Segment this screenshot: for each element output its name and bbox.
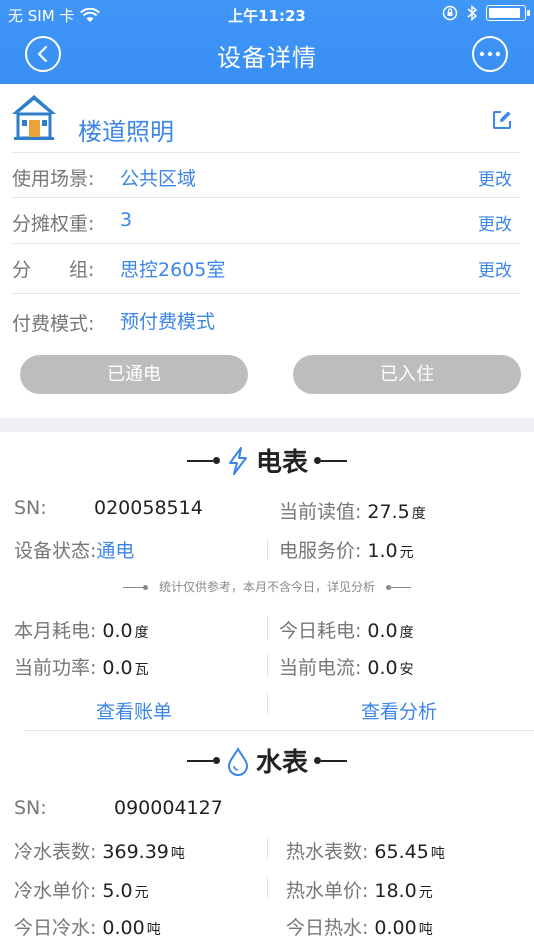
more-button[interactable] — [472, 36, 508, 72]
column-separator — [267, 692, 268, 714]
column-separator — [267, 616, 268, 640]
electric-today-usage: 今日耗电: 0.0 度 — [279, 620, 414, 642]
view-analysis-link[interactable]: 查看分析 — [361, 697, 437, 724]
water-meter-label: 水表 — [255, 748, 308, 778]
info-row-scene: 使用场景: 公共区域 更改 — [12, 152, 520, 198]
title-dash-right — [314, 457, 347, 464]
column-separator — [267, 654, 268, 678]
page-title: 设备详情 — [217, 44, 317, 72]
electric-status: 设备状态:通电 — [14, 540, 135, 562]
more-icon — [479, 51, 501, 57]
hot-water-reading: 热水表数: 65.45 吨 — [286, 841, 445, 863]
payment-label: 付费模式: — [12, 313, 95, 335]
info-row-payment: 付费模式: 预付费模式 — [12, 293, 520, 339]
title-dash-left — [186, 457, 220, 464]
cold-water-reading: 冷水表数: 369.39 吨 — [14, 841, 185, 863]
water-meter-title: 水表 — [0, 742, 534, 782]
electric-sn: SN: — [14, 497, 47, 519]
column-separator — [267, 538, 268, 560]
change-scene-button[interactable]: 更改 — [478, 165, 512, 190]
scene-value: 公共区域 — [120, 168, 197, 190]
title-dash-left — [186, 757, 220, 764]
column-separator — [267, 838, 268, 860]
status-right — [442, 4, 530, 22]
lightning-icon — [228, 446, 247, 475]
electric-month-usage: 本月耗电: 0.0 度 — [14, 620, 149, 642]
info-row-group: 分 组: 思控2605室 更改 — [12, 243, 520, 289]
status-bar: 无 SIM 卡 上午11:23 — [0, 0, 534, 28]
battery-icon — [486, 5, 530, 21]
column-separator — [267, 876, 268, 898]
group-value: 思控2605室 — [120, 259, 226, 281]
section-line — [24, 730, 534, 731]
power-status-button[interactable]: 已通电 — [20, 355, 248, 394]
nav-bar: 设备详情 — [0, 28, 534, 84]
view-bill-link[interactable]: 查看账单 — [96, 697, 172, 724]
device-header: 楼道照明 — [0, 84, 534, 152]
electric-sn-value: 020058514 — [94, 497, 203, 519]
water-sn-value: 090004127 — [114, 797, 223, 819]
electric-meter-title: 电表 — [0, 442, 534, 482]
electric-meter-label: 电表 — [255, 448, 308, 478]
electric-service-price: 电服务价: 1.0 元 — [279, 540, 414, 562]
occupancy-status-button[interactable]: 已入住 — [293, 355, 521, 394]
hot-water-price: 热水单价: 18.0 元 — [286, 880, 433, 902]
weight-label: 分摊权重: — [12, 213, 95, 235]
electric-power: 当前功率: 0.0 瓦 — [14, 657, 149, 679]
scene-label: 使用场景: — [12, 168, 95, 190]
today-hot-water: 今日热水: 0.00 吨 — [286, 917, 433, 939]
top-bar: 无 SIM 卡 上午11:23 设备详情 — [0, 0, 534, 84]
bluetooth-icon — [467, 4, 478, 22]
change-group-button[interactable]: 更改 — [478, 256, 512, 281]
stats-note: 统计仅供参考，本月不含今日，详见分析 — [0, 578, 534, 595]
title-dash-right — [314, 757, 347, 764]
house-icon — [12, 95, 56, 140]
device-name: 楼道照明 — [78, 118, 174, 146]
rotation-lock-icon — [442, 5, 458, 21]
payment-value: 预付费模式 — [120, 311, 216, 333]
group-label: 分 组: — [12, 259, 95, 281]
electric-reading: 当前读值: 27.5 度 — [279, 501, 426, 523]
cold-water-price: 冷水单价: 5.0 元 — [14, 880, 149, 902]
change-weight-button[interactable]: 更改 — [478, 210, 512, 235]
water-drop-icon — [227, 746, 248, 776]
electric-current: 当前电流: 0.0 安 — [279, 657, 414, 679]
info-row-weight: 分摊权重: 3 更改 — [12, 197, 520, 243]
water-sn: SN: — [14, 797, 47, 819]
weight-value: 3 — [120, 209, 133, 231]
today-cold-water: 今日冷水: 0.00 吨 — [14, 917, 161, 939]
edit-icon[interactable] — [492, 110, 512, 130]
section-divider — [0, 418, 534, 432]
